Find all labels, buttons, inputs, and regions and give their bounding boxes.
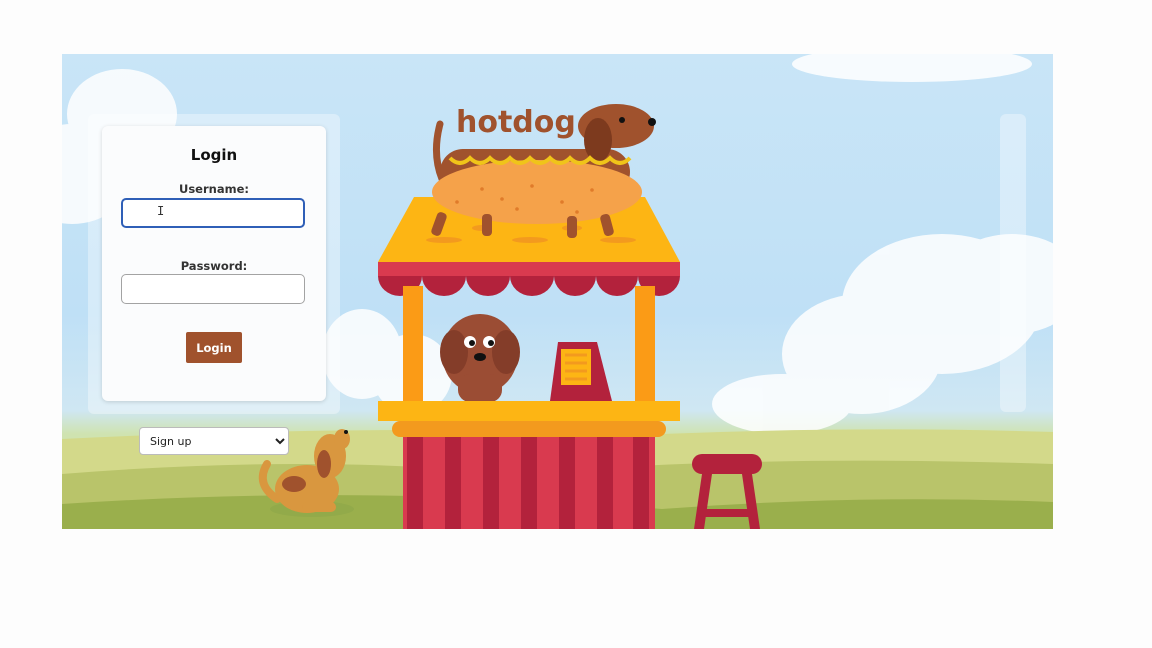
text-cursor-icon: I	[157, 204, 165, 218]
hotdog-logo-text: hotdog	[456, 105, 576, 140]
login-button[interactable]: Login	[186, 332, 242, 363]
login-card: Login Username: Password: Login	[102, 126, 326, 401]
login-title: Login	[190, 146, 238, 164]
poodle-dog-illustration	[440, 314, 520, 402]
username-input[interactable]	[121, 198, 305, 228]
password-input[interactable]	[121, 274, 305, 304]
menu-sign	[550, 342, 612, 401]
signup-select[interactable]: Sign up	[139, 427, 289, 455]
password-label: Password:	[180, 259, 248, 273]
username-label: Username:	[179, 182, 249, 196]
background-panel-right	[1000, 114, 1026, 412]
